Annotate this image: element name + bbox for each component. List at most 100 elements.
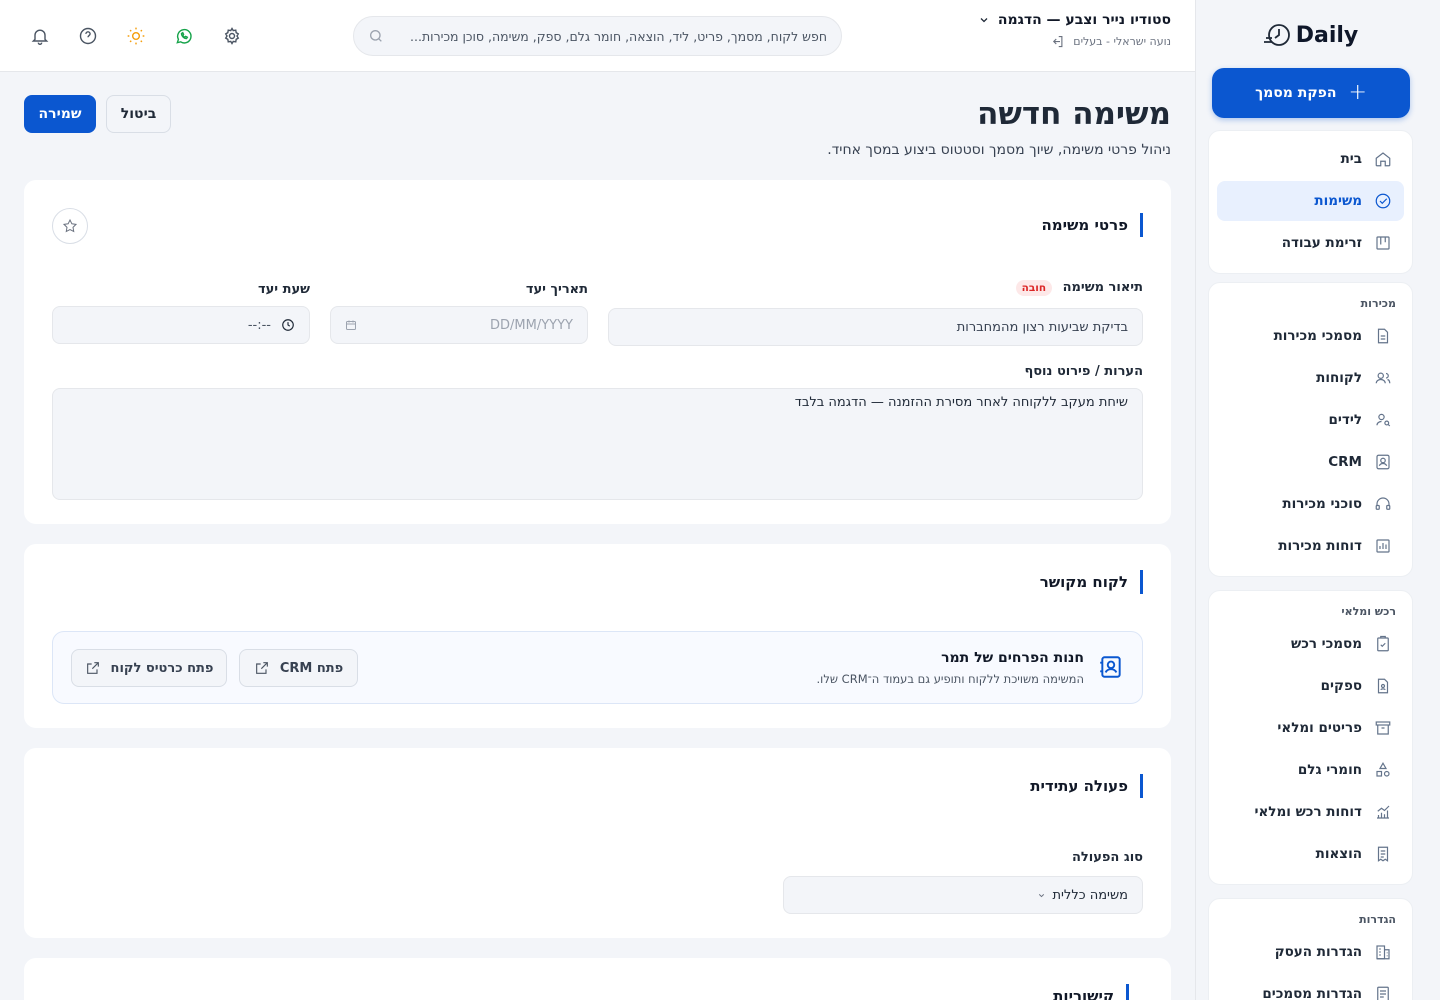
sidebar: Daily + הפקת מסמך בית משימות זרימת עבודה… — [1195, 0, 1425, 1000]
page-title: משימה חדשה — [977, 96, 1171, 132]
sidebar-item-label: ספקים — [1320, 678, 1362, 694]
help-button[interactable] — [70, 18, 106, 54]
sidebar-item-inventory[interactable]: פריטים ומלאי — [1217, 708, 1404, 748]
bell-icon — [31, 29, 49, 45]
global-search[interactable] — [353, 16, 842, 56]
linked-customer-panel: חנות הפרחים של תמר המשימה משויכת ללקוח ו… — [52, 631, 1143, 704]
sidebar-item-label: CRM — [1328, 454, 1362, 470]
supplier-file-icon — [1377, 678, 1389, 694]
theme-toggle-button[interactable] — [118, 18, 154, 54]
description-label-text: תיאור משימה — [1062, 280, 1143, 295]
archive-icon — [1375, 721, 1391, 735]
due-date-input[interactable]: DD/MM/YYYY — [330, 306, 588, 344]
required-badge: חובה — [1015, 280, 1053, 296]
sidebar-item-sales-agents[interactable]: סוכני מכירות — [1217, 484, 1404, 524]
logo[interactable]: Daily — [1196, 22, 1425, 48]
page-subtitle: ניהול פרטי משימה, שיוך מסמך וסטטוס ביצוע… — [827, 142, 1171, 158]
open-crm-button[interactable]: פתח CRM — [239, 649, 358, 687]
create-document-button[interactable]: + הפקת מסמך — [1212, 68, 1410, 118]
favorite-button[interactable] — [52, 208, 88, 244]
sidebar-item-label: סוכני מכירות — [1282, 496, 1362, 512]
calendar-icon[interactable] — [345, 319, 357, 331]
task-details-card: פרטי משימה תיאור משימה חובה בדיקת שביעות… — [24, 180, 1171, 524]
card-title: לקוח מקושר — [1040, 570, 1143, 594]
notifications-button[interactable] — [22, 18, 58, 54]
sidebar-item-label: לידים — [1328, 412, 1362, 428]
clipboard-check-icon — [1377, 635, 1389, 652]
sidebar-item-label: זרימת עבודה — [1281, 235, 1362, 251]
action-type-label: סוג הפעולה — [1071, 850, 1143, 865]
sidebar-item-label: לקוחות — [1316, 370, 1362, 386]
action-type-select[interactable]: משימה כללית — [783, 876, 1143, 914]
whatsapp-button[interactable] — [166, 18, 202, 54]
sidebar-item-leads[interactable]: לידים — [1217, 400, 1404, 440]
search-input[interactable] — [392, 28, 827, 44]
business-name: סטודיו נייר וצבע — הדגמה — [997, 12, 1171, 28]
sidebar-item-expenses[interactable]: הוצאות — [1217, 834, 1404, 874]
nav-sales: מכירות מסמכי מכירות לקוחות לידים CRM סוכ… — [1208, 282, 1413, 577]
card-title: קישוריות — [1053, 984, 1129, 1000]
sidebar-item-raw-materials[interactable]: חומרי גלם — [1217, 750, 1404, 790]
notes-textarea[interactable]: שיחת מעקב ללקוחה לאחר מסירת ההזמנה — הדג… — [52, 388, 1143, 500]
clock-icon[interactable] — [281, 318, 295, 332]
due-date-placeholder: DD/MM/YYYY — [490, 317, 573, 333]
save-button[interactable]: שמירה — [24, 95, 96, 133]
check-circle-icon — [1375, 193, 1391, 209]
due-time-placeholder: --:-- — [247, 317, 271, 333]
building-icon — [1376, 945, 1390, 960]
document-icon — [1377, 328, 1389, 344]
settings-button[interactable] — [214, 18, 250, 54]
sidebar-item-label: מסמכי רכש — [1290, 636, 1362, 652]
sidebar-item-sales-reports[interactable]: דוחות מכירות — [1217, 526, 1404, 566]
bar-chart-icon — [1376, 539, 1390, 553]
nav-settings: הגדרות הגדרות העסק הגדרות מסמכים — [1208, 898, 1413, 1000]
user-search-icon — [1376, 413, 1391, 427]
chevron-down-icon — [980, 18, 988, 23]
sidebar-item-home[interactable]: בית — [1217, 139, 1404, 179]
nav-purchase: רכש ומלאי מסמכי רכש ספקים פריטים ומלאי ח… — [1208, 590, 1413, 885]
action-type-value: משימה כללית — [1052, 887, 1128, 903]
sidebar-item-document-settings[interactable]: הגדרות מסמכים — [1217, 974, 1404, 1000]
sidebar-item-tasks[interactable]: משימות — [1217, 181, 1404, 221]
receipt-icon — [1377, 846, 1389, 862]
description-input[interactable]: בדיקת שביעות רצון מהמחברות — [608, 308, 1143, 346]
sidebar-item-suppliers[interactable]: ספקים — [1217, 666, 1404, 706]
notes-label: הערות / פירוט נוסף — [1024, 364, 1143, 379]
due-time-input[interactable]: --:-- — [52, 306, 310, 344]
sidebar-item-business-settings[interactable]: הגדרות העסק — [1217, 932, 1404, 972]
linked-customer-card: לקוח מקושר חנות הפרחים של תמר המשימה משו… — [24, 544, 1171, 728]
chevron-down-icon — [1039, 893, 1045, 897]
logout-icon[interactable] — [1050, 34, 1065, 49]
sidebar-item-label: בית — [1340, 151, 1362, 167]
sidebar-item-label: הגדרות מסמכים — [1262, 986, 1362, 1000]
open-crm-label: פתח CRM — [279, 660, 344, 676]
sidebar-item-customers[interactable]: לקוחות — [1217, 358, 1404, 398]
due-date-label: תאריך יעד — [525, 282, 588, 297]
card-title: פעולה עתידית — [1030, 774, 1143, 798]
sidebar-item-sales-documents[interactable]: מסמכי מכירות — [1217, 316, 1404, 356]
open-customer-card-button[interactable]: פתח כרטיס לקוח — [71, 649, 227, 687]
sidebar-item-crm[interactable]: CRM — [1217, 442, 1404, 482]
sidebar-item-label: דוחות מכירות — [1278, 538, 1362, 554]
sidebar-item-label: משימות — [1314, 193, 1362, 209]
topbar: סטודיו נייר וצבע — הדגמה נועה ישראלי - ב… — [0, 0, 1195, 72]
trend-chart-icon — [1377, 805, 1390, 819]
sidebar-item-workflow[interactable]: זרימת עבודה — [1217, 223, 1404, 263]
sidebar-item-label: חומרי גלם — [1297, 762, 1362, 778]
sidebar-item-purchase-documents[interactable]: מסמכי רכש — [1217, 624, 1404, 664]
user-role: נועה ישראלי - בעלים — [1073, 35, 1171, 48]
star-icon — [62, 218, 78, 233]
search-icon — [370, 30, 382, 42]
sun-icon — [127, 27, 145, 45]
sidebar-item-purchase-reports[interactable]: דוחות רכש ומלאי — [1217, 792, 1404, 832]
cancel-button[interactable]: ביטול — [106, 95, 171, 133]
kanban-icon — [1376, 236, 1390, 250]
users-icon — [1375, 372, 1391, 384]
sidebar-item-label: הוצאות — [1315, 846, 1362, 862]
whatsapp-icon — [176, 28, 192, 44]
external-link-icon — [255, 662, 268, 674]
shapes-icon — [1376, 762, 1390, 777]
business-switcher[interactable]: סטודיו נייר וצבע — הדגמה נועה ישראלי - ב… — [978, 12, 1171, 49]
links-card: קישוריות — [24, 958, 1171, 1000]
nav-main: בית משימות זרימת עבודה — [1208, 130, 1413, 274]
